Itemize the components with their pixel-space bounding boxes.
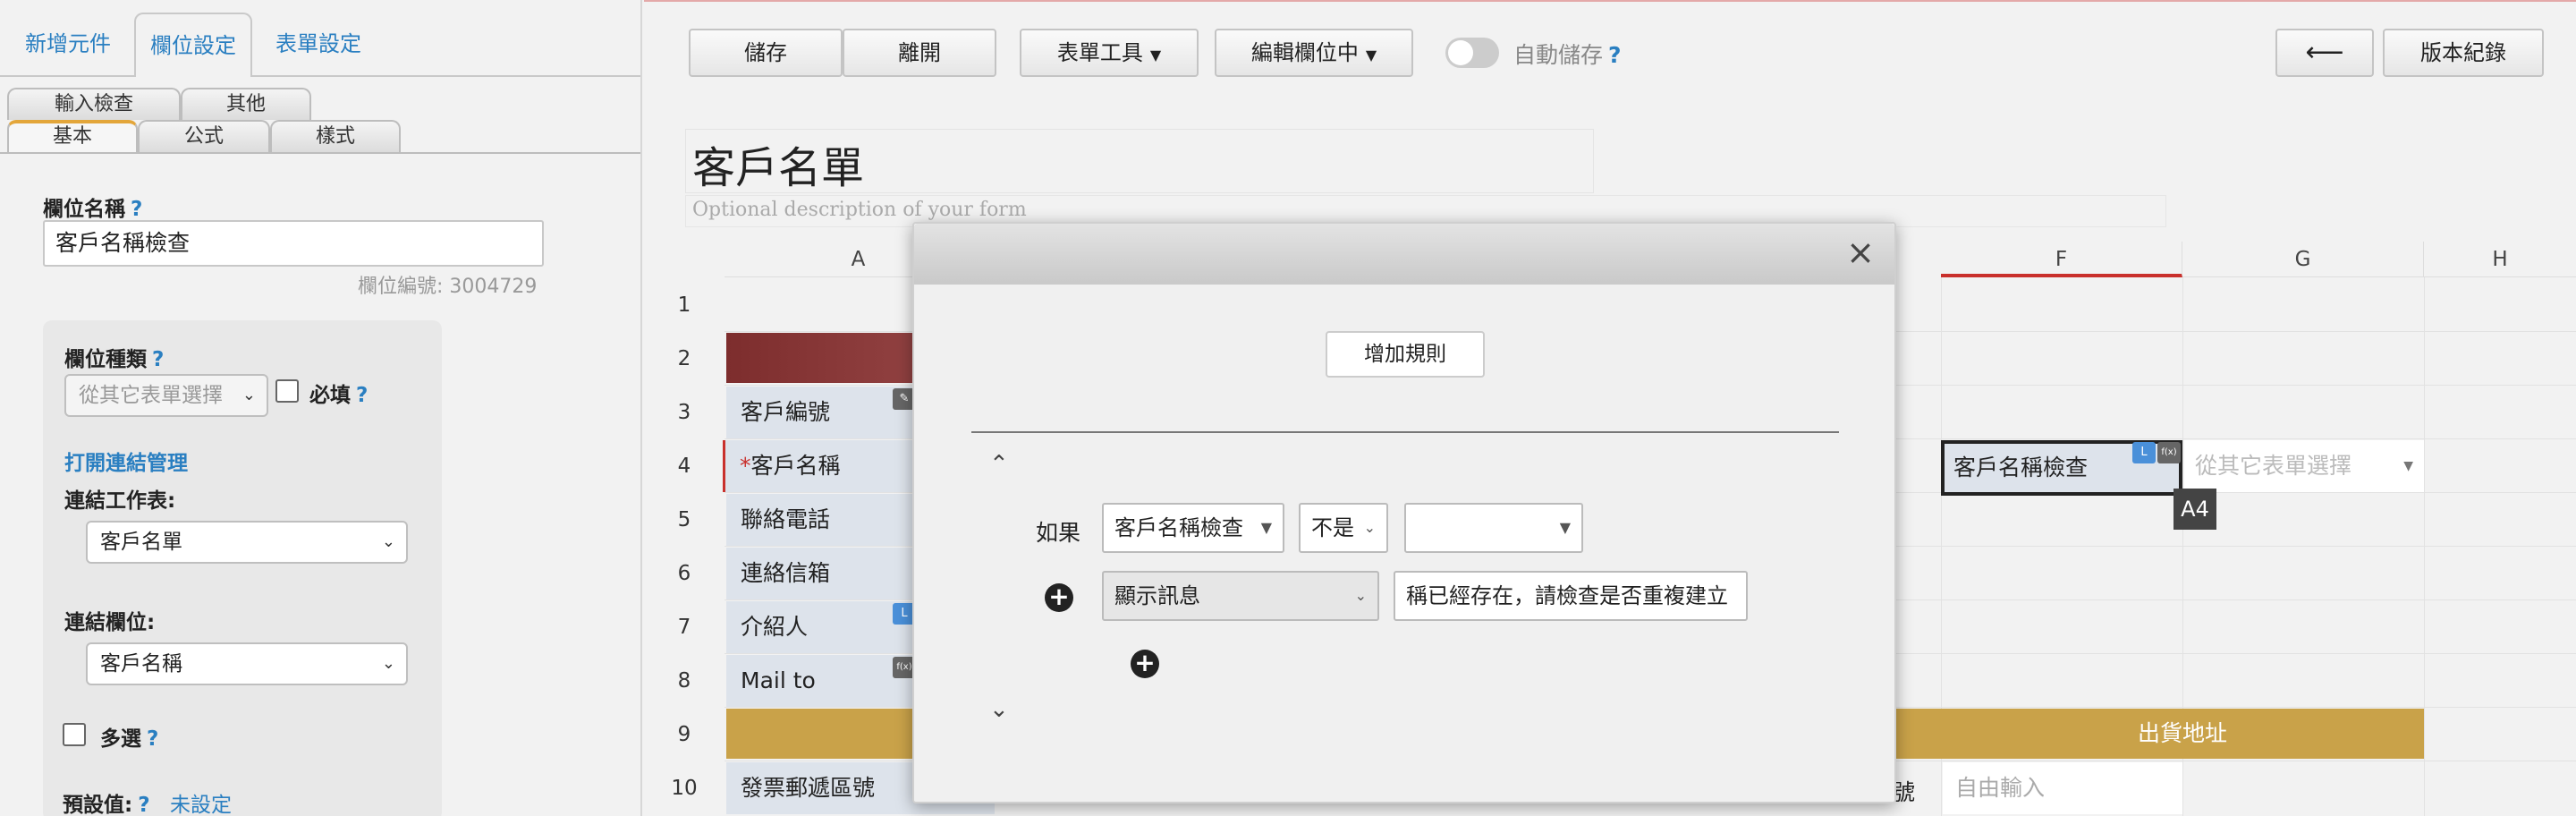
help-icon[interactable]: ?	[152, 348, 164, 371]
row-number: 6	[677, 562, 691, 585]
form-tools-button[interactable]: 表單工具 ▼	[1020, 29, 1199, 77]
form-title[interactable]: 客戶名單	[692, 132, 864, 195]
chevron-up-icon[interactable]: ⌃	[989, 451, 1009, 478]
link-sheet-select[interactable]: 客戶名單 ⌄	[86, 521, 408, 564]
subtab-divider	[0, 152, 640, 154]
cell-reference-tooltip: A4	[2174, 489, 2216, 530]
link-badge-icon: L	[2132, 442, 2156, 463]
tab-add-component[interactable]: 新增元件	[11, 13, 125, 77]
link-sheet-label: 連結工作表:	[64, 489, 176, 513]
chevron-down-icon: ⌄	[381, 532, 395, 551]
field-settings-panel: 新增元件 欄位設定 表單設定 輸入檢查 其他 基本 公式 樣式 欄位名稱? 客戶…	[0, 0, 642, 816]
dialog-divider	[971, 431, 1839, 433]
caret-down-icon: ▼	[1149, 47, 1162, 64]
link-field-label: 連結欄位:	[64, 611, 156, 634]
chevron-down-icon[interactable]: ⌄	[989, 696, 1009, 723]
link-field-select[interactable]: 客戶名稱 ⌄	[86, 642, 408, 685]
cell-g4-select[interactable]: 從其它表單選擇 ▼	[2184, 440, 2424, 492]
caret-down-icon: ▼	[2403, 459, 2413, 473]
autosave-toggle[interactable]	[1445, 38, 1499, 68]
message-input[interactable]: 稱已經存在，請檢查是否重複建立	[1394, 571, 1748, 621]
tab-divider	[0, 75, 640, 77]
chevron-down-icon: ⌄	[1354, 587, 1367, 604]
multi-select-checkbox[interactable]	[63, 723, 86, 746]
formula-badge-icon: f(x)	[2157, 442, 2181, 463]
help-icon[interactable]: ?	[356, 384, 368, 407]
subtab-other[interactable]: 其他	[181, 88, 311, 120]
field-type-select[interactable]: 從其它表單選擇 ⌄	[64, 374, 268, 417]
grid-line	[2424, 277, 2425, 816]
toolbar: 儲存 離開 表單工具 ▼ 編輯欄位中 ▼ 自動儲存? ⟵ 版本紀錄	[644, 0, 2576, 98]
row-number: 7	[677, 616, 691, 639]
condition-field-select[interactable]: 客戶名稱檢查 ▼	[1102, 503, 1284, 553]
caret-down-icon: ▼	[1365, 47, 1377, 64]
field-name-label: 欄位名稱?	[43, 198, 143, 221]
field-type-label: 欄位種類?	[64, 348, 165, 371]
version-history-button[interactable]: 版本紀錄	[2383, 29, 2544, 77]
subtab-basic[interactable]: 基本	[7, 120, 138, 152]
add-action-icon[interactable]: +	[1131, 650, 1159, 678]
cell-f10-input[interactable]: 自由輸入	[1943, 762, 2182, 814]
shipping-address-header: 出貨地址	[2137, 720, 2227, 746]
subtab-style[interactable]: 樣式	[270, 120, 401, 152]
help-icon[interactable]: ?	[131, 198, 142, 221]
add-condition-icon[interactable]: +	[1045, 583, 1073, 612]
save-button[interactable]: 儲存	[689, 29, 843, 77]
default-value-link[interactable]: 未設定	[170, 787, 232, 816]
subtab-formula[interactable]: 公式	[138, 120, 270, 152]
required-mark: *	[740, 453, 751, 479]
subtab-input-check[interactable]: 輸入檢查	[7, 88, 181, 120]
multi-select-label: 多選?	[100, 727, 159, 751]
condition-operator-select[interactable]: 不是 ⌄	[1299, 503, 1388, 553]
column-header-h[interactable]: H	[2424, 242, 2576, 277]
tab-form-settings[interactable]: 表單設定	[261, 13, 376, 77]
chevron-down-icon: ⌄	[242, 386, 256, 404]
column-header-f[interactable]: F	[1941, 242, 2182, 277]
form-description: Optional description of your form	[692, 199, 1027, 221]
row-number: 2	[677, 347, 691, 370]
chevron-down-icon: ⌄	[381, 654, 395, 673]
action-select[interactable]: 顯示訊息 ⌄	[1102, 571, 1379, 621]
field-id: 欄位編號: 3004729	[358, 276, 538, 298]
open-link-manager-link[interactable]: 打開連結管理	[64, 446, 188, 476]
chevron-down-icon: ⌄	[1363, 519, 1376, 536]
if-label: 如果	[1036, 520, 1081, 546]
validation-rules-dialog: × 增加規則 ⌃ 如果 客戶名稱檢查 ▼ 不是 ⌄ ▼ + 顯示訊息 ⌄ 稱已經存在，…	[912, 222, 1896, 803]
editing-fields-button[interactable]: 編輯欄位中 ▼	[1215, 29, 1413, 77]
row-number: 4	[677, 455, 691, 478]
leave-button[interactable]: 離開	[843, 29, 996, 77]
back-arrow-icon[interactable]: ⟵	[2275, 29, 2374, 77]
dialog-header[interactable]: ×	[914, 224, 1894, 285]
add-rule-button[interactable]: 增加規則	[1326, 331, 1485, 378]
condition-value-select[interactable]: ▼	[1404, 503, 1583, 553]
autosave-label: 自動儲存?	[1513, 42, 1622, 68]
tab-field-settings[interactable]: 欄位設定	[134, 13, 252, 77]
row-number: 3	[677, 401, 691, 424]
row-number: 1	[677, 293, 691, 317]
default-value-label: 預設值:?	[63, 794, 150, 816]
field-name-input[interactable]: 客戶名稱檢查	[43, 220, 544, 267]
help-icon[interactable]: ?	[1608, 42, 1622, 68]
toggle-knob	[1448, 40, 1473, 65]
required-label: 必填?	[309, 384, 369, 407]
help-icon[interactable]: ?	[138, 794, 149, 816]
row-number: 9	[677, 723, 691, 746]
close-icon[interactable]: ×	[1846, 233, 1875, 272]
help-icon[interactable]: ?	[147, 727, 158, 751]
column-header-g[interactable]: G	[2182, 242, 2424, 277]
form-header: 客戶名單 Optional description of your form	[644, 98, 2576, 242]
row-number: 8	[677, 669, 691, 693]
row-number: 10	[671, 777, 698, 800]
caret-down-icon: ▼	[1260, 519, 1272, 536]
caret-down-icon: ▼	[1559, 519, 1571, 536]
row-number: 5	[677, 508, 691, 531]
required-checkbox[interactable]	[275, 379, 299, 403]
